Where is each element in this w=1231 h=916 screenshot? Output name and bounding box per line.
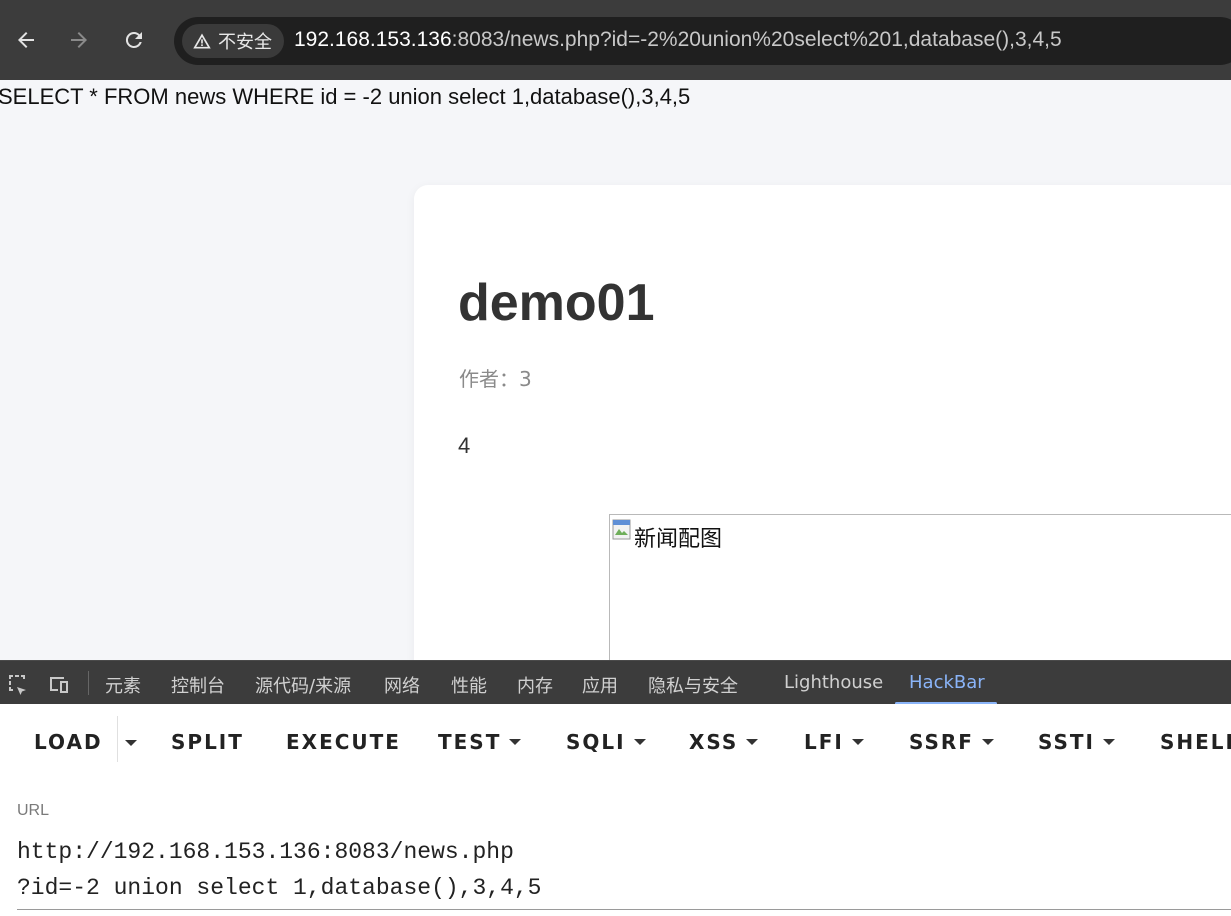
device-toolbar-icon[interactable] bbox=[47, 672, 71, 696]
tab-application[interactable]: 应用 bbox=[582, 672, 618, 698]
caret-down-icon bbox=[981, 739, 994, 745]
security-label: 不安全 bbox=[218, 32, 272, 53]
arrow-right-icon bbox=[71, 32, 87, 48]
url-text[interactable]: 192.168.153.136:8083/news.php?id=-2%20un… bbox=[294, 28, 1062, 52]
execute-button[interactable]: EXECUTE bbox=[286, 730, 401, 754]
forward-button[interactable] bbox=[61, 22, 97, 58]
xss-menu-button[interactable]: XSS bbox=[689, 730, 759, 754]
shell-menu-button[interactable]: SHELL bbox=[1160, 730, 1231, 754]
news-card: demo01 作者：3 4 新闻配图 bbox=[414, 185, 1231, 660]
arrow-left-icon bbox=[18, 32, 34, 48]
tab-console[interactable]: 控制台 bbox=[171, 672, 225, 698]
caret-down-icon bbox=[851, 739, 864, 745]
load-label: LOAD bbox=[34, 730, 103, 754]
ssrf-menu-button[interactable]: SSRF bbox=[909, 730, 994, 754]
url-textarea[interactable]: http://192.168.153.136:8083/news.php ?id=… bbox=[17, 834, 1231, 906]
author-label: 作者： bbox=[459, 367, 519, 391]
news-title: demo01 bbox=[458, 274, 655, 332]
address-bar[interactable]: 不安全 192.168.153.136:8083/news.php?id=-2%… bbox=[174, 17, 1231, 65]
url-field-underline bbox=[17, 909, 1231, 910]
ssti-label: SSTI bbox=[1038, 730, 1095, 754]
tab-privacy-security[interactable]: 隐私与安全 bbox=[648, 672, 738, 698]
inspect-element-icon[interactable] bbox=[6, 672, 30, 696]
page-viewport: SELECT * FROM news WHERE id = -2 union s… bbox=[0, 80, 1231, 660]
url-line-1: http://192.168.153.136:8083/news.php bbox=[17, 839, 514, 865]
tab-memory[interactable]: 内存 bbox=[517, 672, 553, 698]
news-content: 4 bbox=[458, 433, 471, 458]
back-button[interactable] bbox=[8, 22, 44, 58]
url-line-2: ?id=-2 union select 1,database(),3,4,5 bbox=[17, 875, 542, 901]
lfi-label: LFI bbox=[804, 730, 844, 754]
ssrf-label: SSRF bbox=[909, 730, 974, 754]
author-value: 3 bbox=[519, 367, 532, 391]
broken-image-icon bbox=[612, 519, 631, 540]
tab-performance[interactable]: 性能 bbox=[451, 672, 487, 698]
split-label: SPLIT bbox=[171, 730, 244, 754]
caret-down-icon bbox=[1103, 739, 1115, 745]
caret-down-icon bbox=[746, 739, 759, 745]
security-chip[interactable]: 不安全 bbox=[182, 24, 284, 58]
warning-icon bbox=[193, 33, 211, 49]
test-label: TEST bbox=[438, 730, 502, 754]
reload-button[interactable] bbox=[116, 22, 152, 58]
devtools-tab-bar: 元素 控制台 源代码/来源 网络 性能 内存 应用 隐私与安全 Lighthou… bbox=[0, 660, 1231, 705]
image-alt-text: 新闻配图 bbox=[634, 527, 723, 552]
news-author: 作者：3 bbox=[459, 363, 532, 392]
lfi-menu-button[interactable]: LFI bbox=[804, 730, 864, 754]
divider bbox=[117, 716, 118, 762]
split-button[interactable]: SPLIT bbox=[171, 730, 244, 754]
tab-hackbar[interactable]: HackBar bbox=[909, 672, 985, 693]
xss-label: XSS bbox=[689, 730, 739, 754]
url-host: 192.168.153.136 bbox=[294, 28, 452, 51]
sqli-menu-button[interactable]: SQLI bbox=[566, 730, 646, 754]
sqli-label: SQLI bbox=[566, 730, 626, 754]
caret-down-icon bbox=[509, 739, 522, 745]
browser-toolbar: 不安全 192.168.153.136:8083/news.php?id=-2%… bbox=[0, 0, 1231, 80]
tab-elements[interactable]: 元素 bbox=[105, 672, 141, 698]
ssti-menu-button[interactable]: SSTI bbox=[1038, 730, 1115, 754]
news-image: 新闻配图 bbox=[609, 514, 1231, 660]
hackbar-panel: LOAD SPLIT EXECUTE TEST SQLI XSS LFI SSR… bbox=[0, 704, 1231, 916]
sql-query-echo: SELECT * FROM news WHERE id = -2 union s… bbox=[0, 84, 691, 109]
divider bbox=[88, 671, 89, 695]
load-button[interactable]: LOAD bbox=[34, 730, 103, 754]
url-path: :8083/news.php?id=-2%20union%20select%20… bbox=[451, 28, 1062, 51]
load-dropdown-caret-icon[interactable] bbox=[125, 740, 137, 746]
reload-icon bbox=[125, 31, 142, 48]
tab-sources[interactable]: 源代码/来源 bbox=[255, 672, 351, 698]
caret-down-icon bbox=[633, 739, 646, 745]
tab-network[interactable]: 网络 bbox=[384, 672, 420, 698]
test-menu-button[interactable]: TEST bbox=[438, 730, 522, 754]
url-field-label: URL bbox=[17, 802, 50, 819]
tab-lighthouse[interactable]: Lighthouse bbox=[784, 672, 883, 693]
execute-label: EXECUTE bbox=[286, 730, 401, 754]
shell-label: SHELL bbox=[1160, 730, 1231, 754]
